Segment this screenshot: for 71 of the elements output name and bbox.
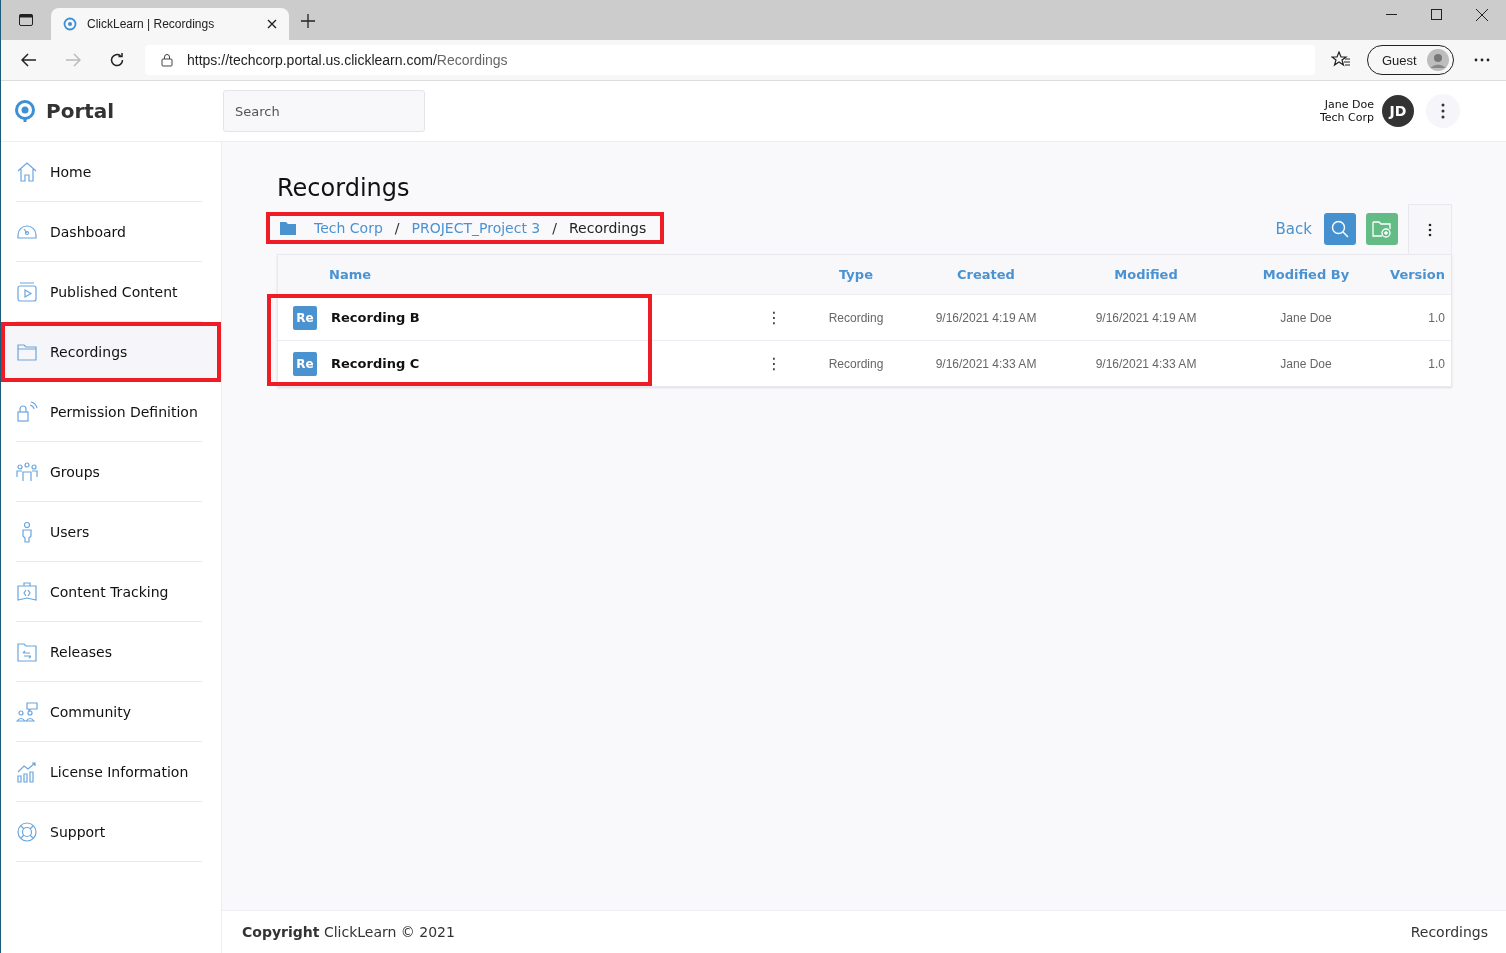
kebab-icon <box>1428 222 1432 237</box>
copyright-text: Copyright ClickLearn © 2021 <box>242 924 455 940</box>
footer-page-name: Recordings <box>1410 924 1488 940</box>
nav-item[interactable]: Community <box>16 682 202 742</box>
table-cell-text: Recording <box>827 356 885 371</box>
address-bar[interactable]: https://techcorp.portal.us.clicklearn.com/Recordings <box>145 45 1315 75</box>
url-text: https://techcorp.portal.us.clicklearn.com/Recordings <box>187 52 508 68</box>
community-icon <box>16 700 38 723</box>
table-cell-text: 9/16/2021 4:19 AM <box>1094 310 1198 325</box>
browser-tab[interactable]: ClickLearn | Recordings <box>51 8 289 40</box>
table-cell-text: 9/16/2021 4:33 AM <box>934 356 1038 371</box>
row-menu-button[interactable]: ⋮ <box>762 308 786 327</box>
table-cell-text: 1.0 <box>1427 356 1446 371</box>
recording-name[interactable]: Recording B <box>331 310 748 325</box>
nav-item[interactable]: Permission Definition <box>16 382 202 442</box>
lock-icon <box>161 53 173 67</box>
nav-item[interactable]: Recordings <box>1 322 221 382</box>
folder-icon <box>280 221 296 235</box>
recording-name[interactable]: Recording C <box>331 356 748 371</box>
profile-button[interactable]: Guest <box>1367 45 1454 75</box>
user-avatar[interactable]: JD <box>1382 95 1414 127</box>
nav-item[interactable]: Groups <box>16 442 202 502</box>
search-button[interactable] <box>1324 213 1356 245</box>
release-icon <box>16 640 38 663</box>
target-icon <box>63 17 77 31</box>
favorites-icon[interactable] <box>1331 51 1351 69</box>
group-icon <box>16 460 38 483</box>
breadcrumb-current: Recordings <box>569 220 647 236</box>
table-cell-text: 1.0 <box>1427 310 1446 325</box>
page-title: Recordings <box>277 174 411 202</box>
table-cell-text: 9/16/2021 4:33 AM <box>1094 356 1198 371</box>
new-tab-icon[interactable] <box>301 14 315 28</box>
nav-item[interactable]: Content Tracking <box>16 562 202 622</box>
table-cell-text: Jane Doe <box>1279 310 1333 325</box>
reload-icon[interactable] <box>109 52 125 68</box>
nav-item[interactable]: Home <box>16 142 202 202</box>
nav-item[interactable]: Releases <box>16 622 202 682</box>
logo-icon <box>14 99 36 123</box>
back-arrow-icon[interactable] <box>21 53 37 67</box>
breadcrumb-separator: / <box>394 220 400 236</box>
logo-text: Portal <box>46 99 115 123</box>
more-icon[interactable] <box>1473 58 1490 62</box>
tab-actions-icon[interactable] <box>18 12 34 28</box>
home-icon <box>16 160 38 183</box>
recording-badge: Re <box>293 305 317 330</box>
avatar-icon <box>1426 49 1449 71</box>
nav-item[interactable]: License Information <box>16 742 202 802</box>
recording-badge: Re <box>293 351 317 376</box>
nav-item[interactable]: Users <box>16 502 202 562</box>
folder-plus-icon <box>1372 220 1392 238</box>
nav-item[interactable]: Support <box>16 802 202 862</box>
search-icon <box>1331 220 1349 238</box>
lifebuoy-icon <box>16 820 38 843</box>
maximize-icon[interactable] <box>1431 9 1442 20</box>
play-icon <box>16 280 38 303</box>
search-field[interactable]: Search <box>223 90 425 132</box>
row-menu-button[interactable]: ⋮ <box>762 354 786 373</box>
lock-icon <box>16 400 38 423</box>
kebab-icon <box>1441 103 1445 119</box>
user-name: Jane Doe <box>1324 98 1374 111</box>
table-cell-text: Recording <box>827 310 885 325</box>
nav-item[interactable]: Dashboard <box>16 202 202 262</box>
close-icon[interactable] <box>267 19 277 29</box>
close-icon[interactable] <box>1476 9 1488 21</box>
breadcrumb-separator: / <box>552 220 557 236</box>
chart-icon <box>16 760 38 783</box>
table-cell-text: Jane Doe <box>1279 356 1333 371</box>
tab-title: ClickLearn | Recordings <box>87 17 216 31</box>
user-organization: Tech Corp <box>1319 111 1374 124</box>
code-icon <box>16 580 38 603</box>
table-cell-text: 9/16/2021 4:19 AM <box>934 310 1038 325</box>
